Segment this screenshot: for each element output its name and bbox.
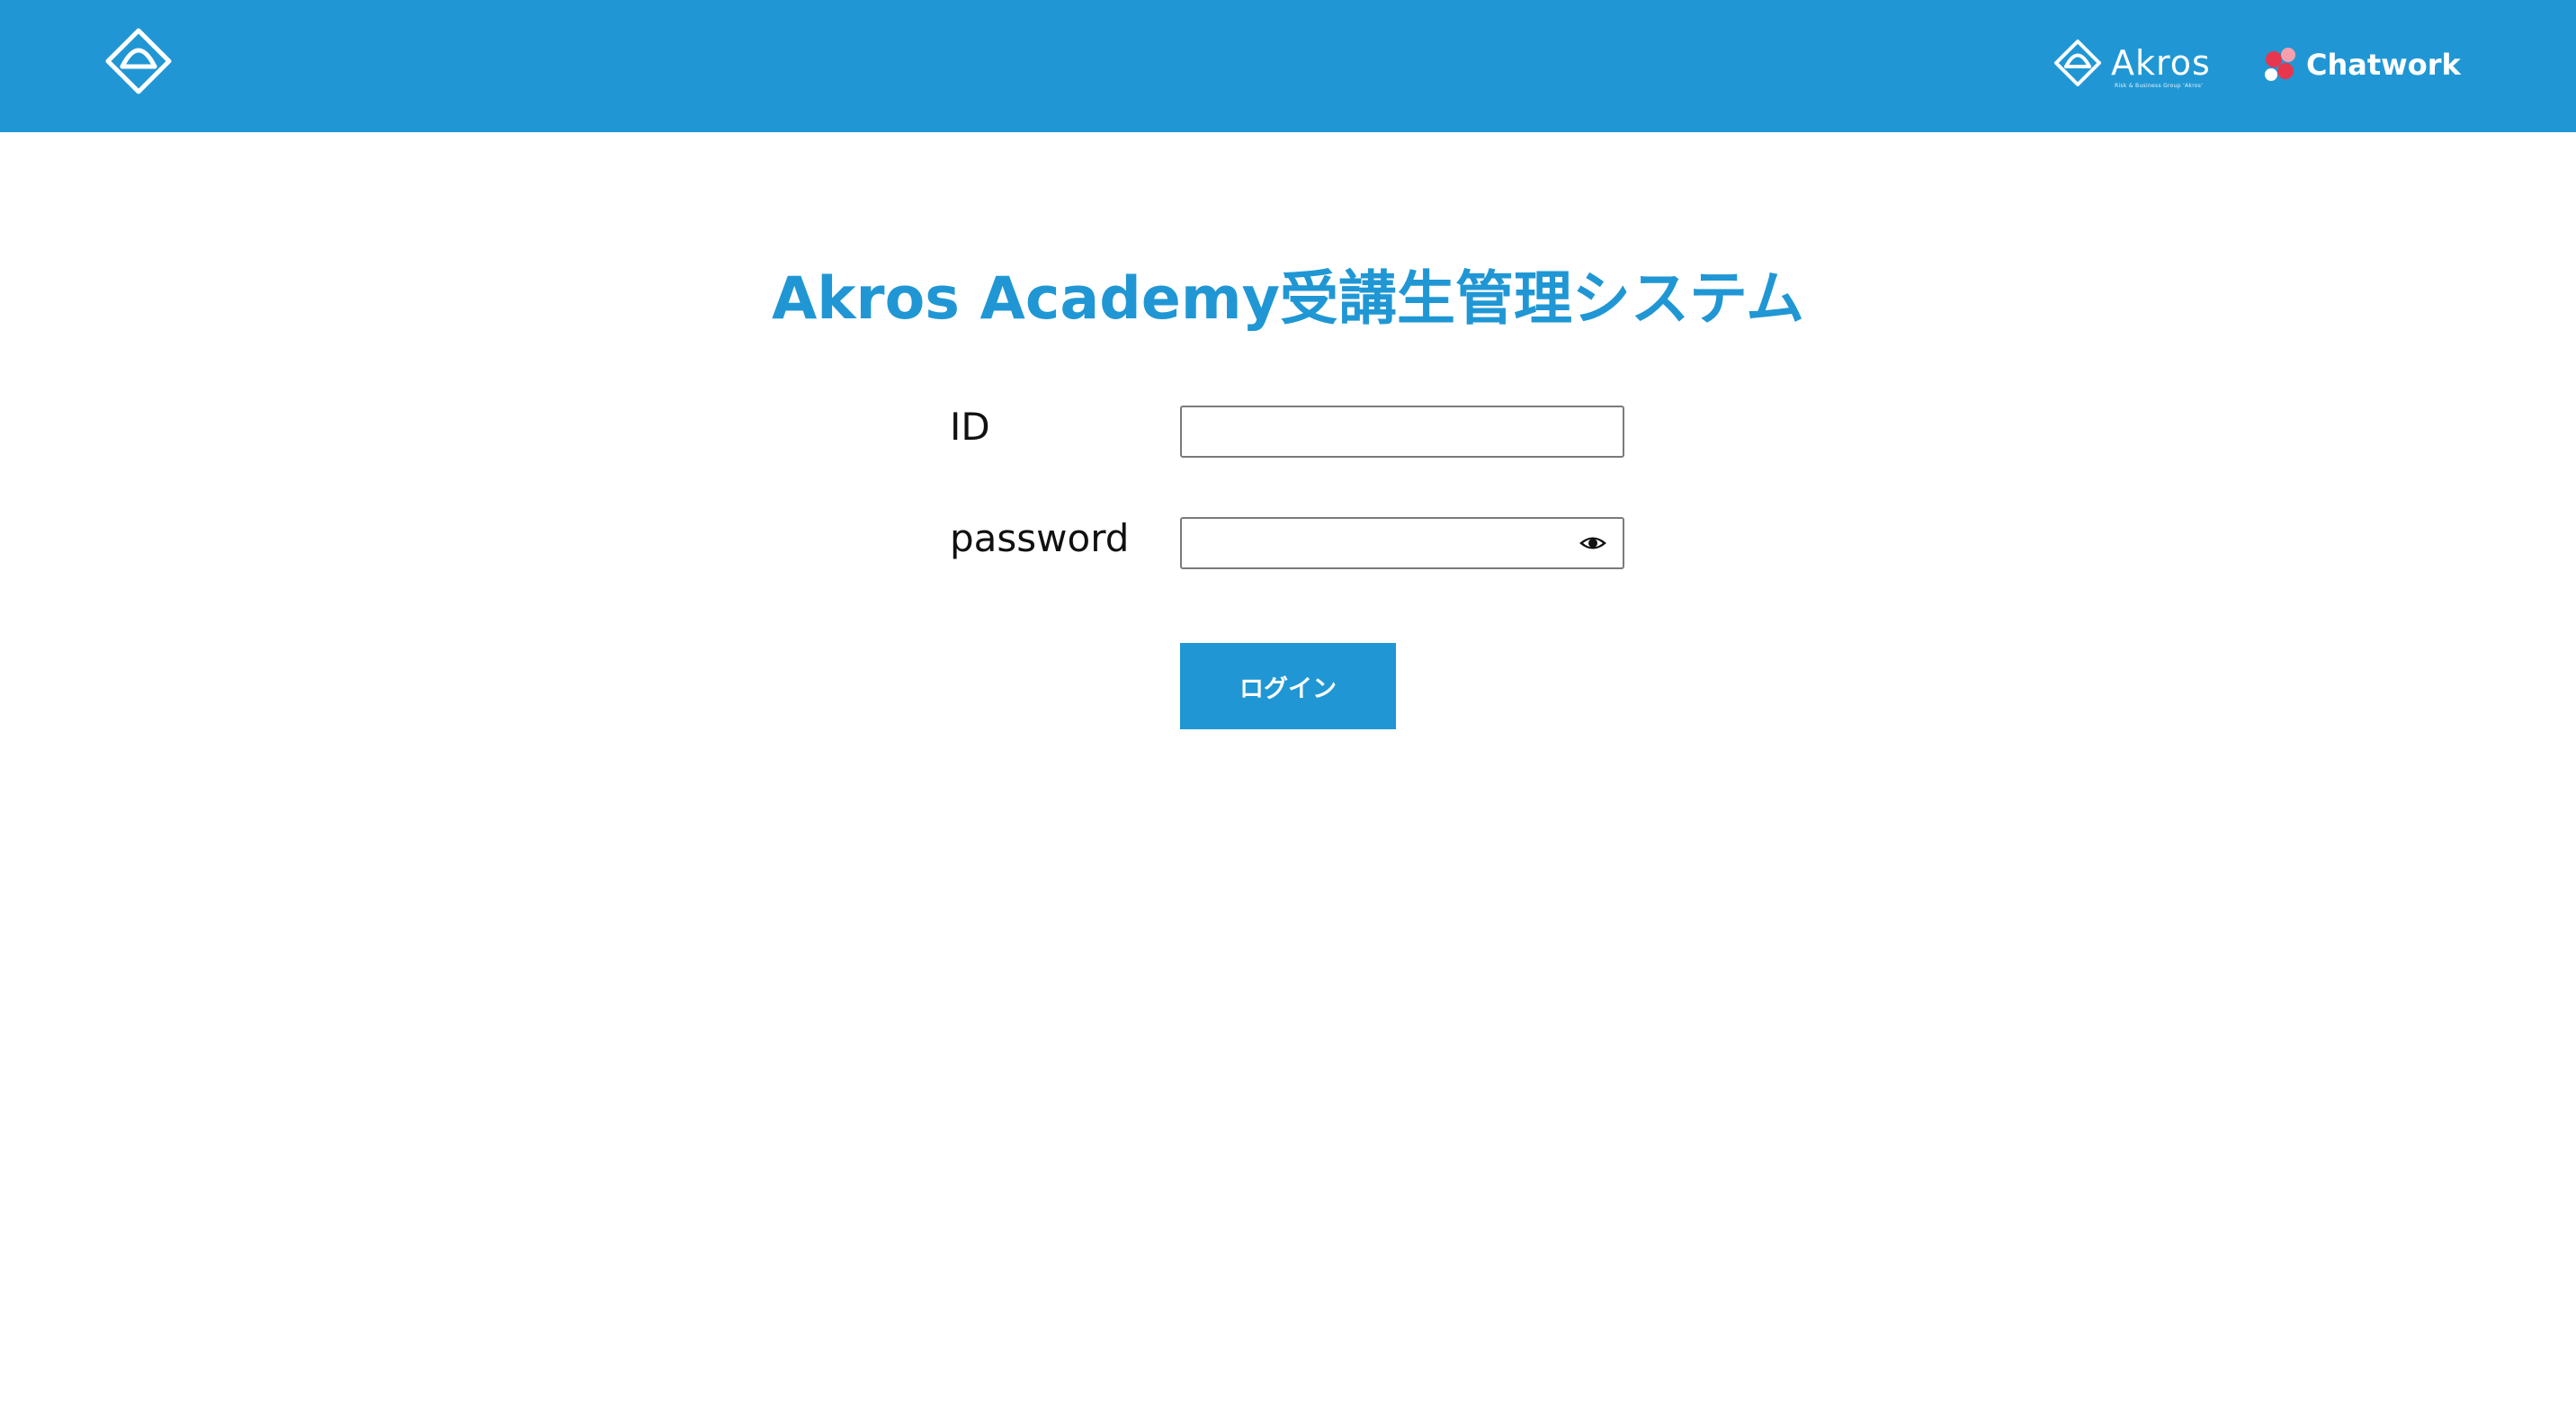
page-title: Akros Academy受講生管理システム — [771, 265, 1805, 333]
akros-brand-label: Akros — [2111, 43, 2211, 83]
chatwork-brand-label: Chatwork — [2306, 48, 2461, 82]
password-input[interactable] — [1180, 517, 1624, 569]
akros-brand-name: Akros Risk & Business Group 'Akros' — [2111, 43, 2211, 89]
akros-logo-icon[interactable] — [104, 27, 173, 95]
id-input[interactable] — [1180, 406, 1624, 458]
password-label: password — [950, 516, 1130, 560]
akros-diamond-logo-icon — [2054, 40, 2101, 86]
id-label: ID — [950, 405, 990, 449]
chatwork-logo-icon — [2265, 48, 2295, 81]
eye-icon[interactable] — [1578, 531, 1608, 555]
akros-brand: Akros Risk & Business Group 'Akros' — [2053, 36, 2211, 90]
akros-brand-tagline: Risk & Business Group 'Akros' — [2115, 83, 2204, 89]
chatwork-brand: Chatwork — [2261, 38, 2461, 92]
top-header-bar: Akros Risk & Business Group 'Akros' Chat… — [0, 0, 2576, 132]
login-button[interactable]: ログイン — [1180, 643, 1396, 729]
